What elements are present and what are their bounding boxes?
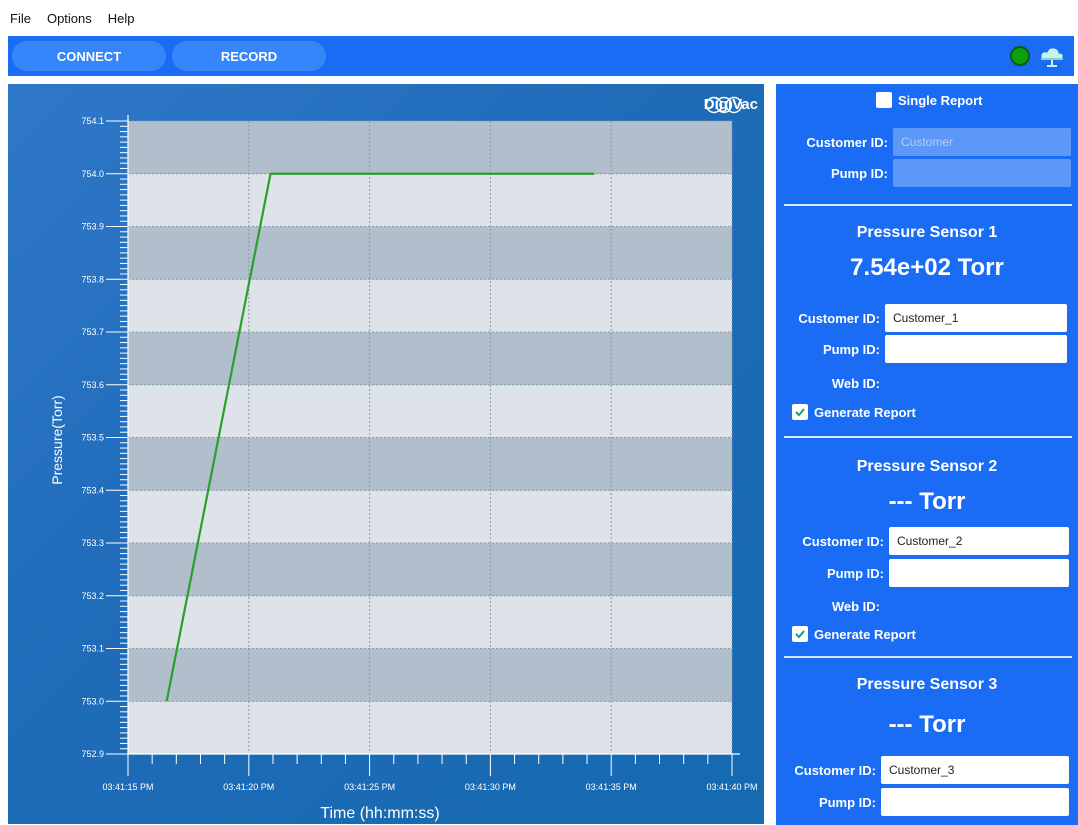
x-tick-label: 03:41:20 PM [223,782,274,792]
customer-id-label: Customer ID: [806,134,888,150]
top-customer-row: Customer ID: Customer [776,128,1071,156]
sensor1-customer-row: Customer ID: Customer_1 [776,304,1067,332]
y-tick-label: 753.7 [81,327,104,337]
sensor3-customer-row: Customer ID: Customer_3 [776,756,1069,784]
sensor1-title: Pressure Sensor 1 [856,224,998,241]
sensor3-title: Pressure Sensor 3 [856,676,998,693]
x-tick-label: 03:41:30 PM [465,782,516,792]
top-pump-id-input[interactable] [893,159,1071,187]
single-report-checkbox[interactable] [876,92,892,108]
connect-button[interactable]: CONNECT [12,41,166,71]
sensor2-customer-id-input[interactable]: Customer_2 [889,527,1069,555]
checkmark-icon [795,408,805,417]
y-tick-label: 753.1 [81,644,104,654]
y-tick-label: 754.0 [81,169,104,179]
y-tick-label: 753.2 [81,591,104,601]
plot-band [128,437,732,491]
pump-id-label: Pump ID: [822,341,880,357]
section-divider [784,436,1072,438]
menu-options[interactable]: Options [47,11,92,26]
sensor2-reading: --- Torr [888,488,966,515]
record-button[interactable]: RECORD [172,41,326,71]
y-tick-label: 753.6 [81,380,104,390]
single-report-toggle[interactable]: Single Report [876,92,983,108]
cloud-upload-icon[interactable] [1038,44,1066,68]
pump-id-label: Pump ID: [830,165,888,181]
menu-file[interactable]: File [10,11,31,26]
sensor1-generate-report[interactable]: Generate Report [792,404,916,420]
single-report-label: Single Report [898,92,983,108]
pump-id-label: Pump ID: [826,565,884,581]
customer-id-label: Customer ID: [798,310,880,326]
sensor1-reading: 7.54e+02 Torr [850,254,1004,281]
top-pump-row: Pump ID: [776,159,1071,187]
sensor2-title: Pressure Sensor 2 [856,458,998,475]
plot-band [128,648,732,702]
digivac-logo-icon [705,96,742,114]
connection-status-icon [1010,46,1030,66]
checkmark-icon [795,630,805,639]
y-tick-label: 753.8 [81,274,104,284]
plot-band [128,279,732,332]
plot-band [128,226,732,280]
sensor2-pump-row: Pump ID: [776,559,1069,587]
plot-band [128,490,732,543]
y-tick-label: 753.4 [81,485,104,495]
x-tick-label: 03:41:40 PM [706,782,757,792]
customer-id-label: Customer ID: [794,762,876,778]
plot-band [128,543,732,596]
sensor3-reading: --- Torr [888,711,966,738]
y-tick-label: 753.9 [81,222,104,232]
sensor2-pump-id-input[interactable] [889,559,1069,587]
plot-band [128,384,732,438]
sensor1-webid-row: Web ID: [776,376,880,391]
sensor2-generate-report-checkbox[interactable] [792,626,808,642]
x-axis-label: Time (hh:mm:ss) [320,805,439,822]
y-tick-label: 754.1 [81,116,104,126]
sensor3-pump-id-input[interactable] [881,788,1069,816]
x-tick-label: 03:41:35 PM [586,782,637,792]
sensor-panel: Single Report Customer ID: Customer Pump… [776,84,1078,825]
sensor1-generate-report-checkbox[interactable] [792,404,808,420]
plot-band [128,121,732,174]
section-divider [784,204,1072,206]
menu-help[interactable]: Help [108,11,135,26]
x-tick-label: 03:41:15 PM [102,782,153,792]
toolbar: CONNECT RECORD [8,36,1074,76]
sensor1-customer-id-input[interactable]: Customer_1 [885,304,1067,332]
sensor1-pump-id-input[interactable] [885,335,1067,363]
app-window: File Options Help CONNECT RECORD 752.9 75… [0,0,1078,825]
pressure-chart: 752.9 753.0 753.1 753.2 753.3 753.4 753.5 753.6… [8,84,764,824]
customer-id-label: Customer ID: [802,533,884,549]
y-tick-label: 753.3 [81,538,104,548]
y-tick-label: 753.5 [81,433,104,443]
sensor2-customer-row: Customer ID: Customer_2 [776,527,1069,555]
section-divider [784,656,1072,658]
generate-report-label: Generate Report [814,626,916,642]
plot-band [128,701,732,754]
y-tick-label: 753.0 [81,696,104,706]
generate-report-label: Generate Report [814,404,916,420]
plot-band [128,173,732,227]
sensor3-customer-id-input[interactable]: Customer_3 [881,756,1069,784]
sensor3-pump-row: Pump ID: [776,788,1069,816]
sensor2-webid-row: Web ID: [776,599,880,614]
sensor2-generate-report[interactable]: Generate Report [792,626,916,642]
x-tick-label: 03:41:25 PM [344,782,395,792]
sensor1-pump-row: Pump ID: [776,335,1067,363]
menu-bar: File Options Help [0,0,1078,36]
brand-logo: DigiVac [704,96,758,114]
plot-band [128,595,732,649]
y-tick-label: 752.9 [81,749,104,759]
web-id-label: Web ID: [831,599,880,614]
pump-id-label: Pump ID: [818,794,876,810]
top-customer-id-input[interactable]: Customer [893,128,1071,156]
plot-band [128,332,732,385]
web-id-label: Web ID: [831,376,880,391]
y-axis-label: Pressure(Torr) [49,395,65,484]
chart-svg: 752.9 753.0 753.1 753.2 753.3 753.4 753.5 753.6… [49,115,758,822]
